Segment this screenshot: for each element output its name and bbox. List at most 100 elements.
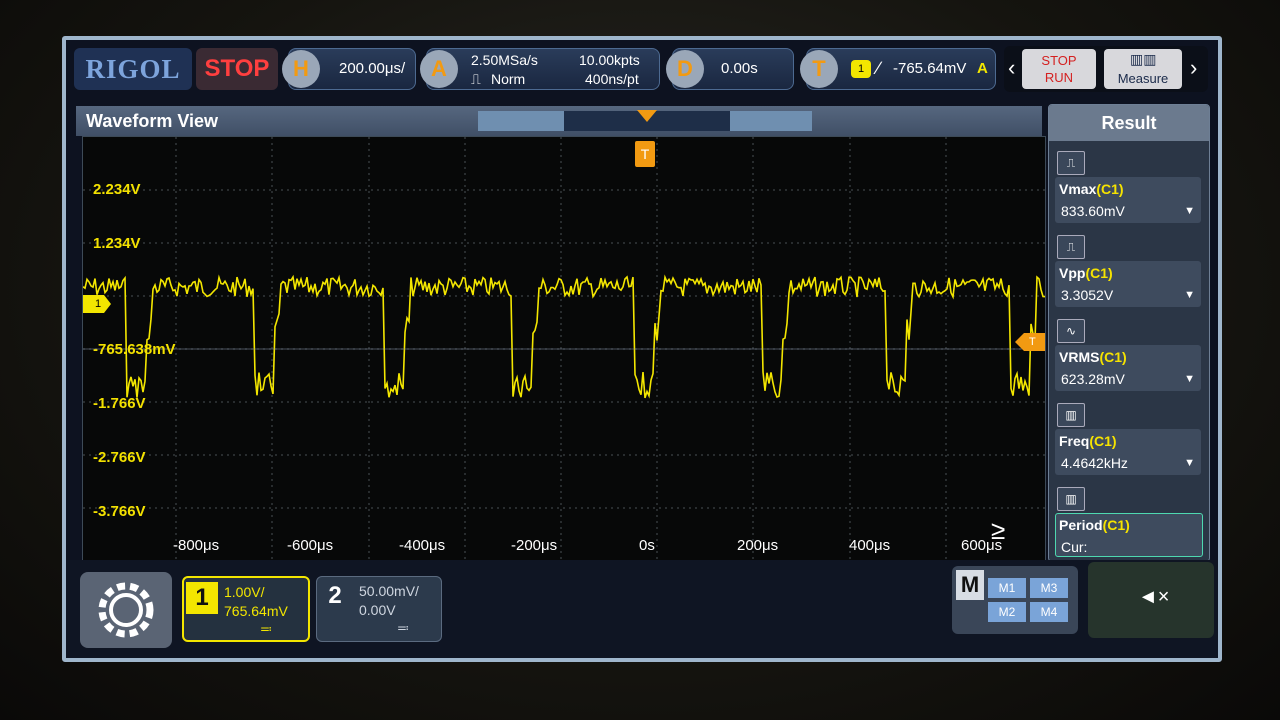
ch1-trace	[83, 274, 1045, 399]
x-label-3: -200μs	[511, 537, 558, 554]
meas-period[interactable]: ▥ Period(C1) Cur:	[1055, 487, 1203, 557]
memory-position-bar[interactable]	[478, 110, 812, 131]
waveform-canvas	[83, 137, 1045, 561]
math-label: M	[956, 570, 984, 600]
y-label-4: -2.766V	[93, 449, 146, 466]
math-m4[interactable]: M4	[1030, 602, 1068, 622]
pulse-train-icon: ▥	[1057, 403, 1085, 427]
ch2-offset: 0.00V	[359, 602, 396, 618]
timebase-value: 200.00μs/	[339, 60, 406, 77]
x-label-4: 0s	[639, 537, 655, 554]
meas-name: Freq	[1059, 433, 1090, 449]
meas-vrms[interactable]: ∿ VRMS(C1) 623.28mV ▼	[1055, 319, 1203, 391]
acquire-panel[interactable]: 2.50MSa/s ⎍ Norm 10.00kpts 400ns/pt	[426, 48, 660, 90]
meas-freq[interactable]: ▥ Freq(C1) 4.4642kHz ▼	[1055, 403, 1203, 475]
x-label-6: 400μs	[849, 537, 891, 554]
trigger-sweep: A	[977, 60, 988, 77]
horizontal-badge[interactable]: H	[282, 50, 320, 88]
rising-edge-icon: ∕	[877, 58, 881, 78]
sample-period: 400ns/pt	[585, 71, 639, 87]
math-m3[interactable]: M3	[1030, 578, 1068, 598]
waveform-view-header: Waveform View	[76, 106, 1042, 136]
acquire-mode-icon: ⎍	[471, 71, 481, 87]
dropdown-arrow-icon[interactable]: ▼	[1184, 457, 1195, 469]
y-label-5: -3.766V	[93, 503, 146, 520]
math-m2[interactable]: M2	[988, 602, 1026, 622]
acquire-mode: Norm	[491, 71, 526, 87]
ch2-number: 2	[328, 582, 342, 609]
dropdown-arrow-icon[interactable]: ▼	[1184, 289, 1195, 301]
meas-name: VRMS	[1059, 349, 1100, 365]
ch2-scale: 50.00mV/	[359, 583, 419, 599]
result-panel: Result ⎍ Vmax(C1) 833.60mV ▼ ⎍ Vpp(C1) 3…	[1048, 104, 1210, 562]
speaker-mute-icon: ◄×	[1138, 586, 1170, 608]
meas-name: Vpp	[1059, 265, 1086, 281]
sound-button[interactable]: ◄×	[1088, 562, 1214, 638]
ch1-coupling-icon: ≕	[260, 622, 272, 636]
math-panel[interactable]: M M1 M3 M2 M4	[952, 566, 1078, 634]
y-label-3: -1.766V	[93, 395, 146, 412]
memory-trigger-marker-icon	[637, 110, 657, 122]
ch2-coupling-icon: ≕	[397, 621, 409, 635]
ch1-offset: 765.64mV	[224, 603, 288, 619]
trigger-position-marker[interactable]: T	[635, 141, 655, 167]
channel-2-box[interactable]: 2 50.00mV/ 0.00V ≕	[316, 576, 442, 642]
result-title: Result	[1101, 113, 1157, 133]
run-label: RUN	[1044, 70, 1074, 85]
quick-buttons-bar: ‹ STOP RUN ▥▥ Measure ›	[1004, 46, 1208, 92]
trigger-badge[interactable]: T	[800, 50, 838, 88]
wave-icon: ∿	[1057, 319, 1085, 343]
memory-depth: 10.00kpts	[579, 52, 640, 68]
meas-name: Period	[1059, 517, 1103, 533]
sample-rate: 2.50MSa/s	[471, 52, 538, 68]
y-label-0: 2.234V	[93, 181, 141, 198]
oscilloscope-screen: RIGOL STOP 200.00μs/ H 2.50MSa/s ⎍ Norm …	[62, 36, 1222, 662]
meas-value: 833.60mV	[1061, 203, 1125, 219]
acquire-badge[interactable]: A	[420, 50, 458, 88]
meas-src: (C1)	[1102, 517, 1130, 533]
prev-arrow-icon[interactable]: ‹	[1008, 55, 1015, 81]
delay-value: 0.00s	[721, 60, 758, 77]
home-gear-button[interactable]	[80, 572, 172, 648]
x-label-0: -800μs	[173, 537, 220, 554]
result-header: Result	[1049, 105, 1209, 141]
channel-1-box[interactable]: 1 1.00V/ 765.64mV ≕	[182, 576, 310, 642]
measure-label: Measure	[1117, 71, 1169, 86]
x-label-5: 200μs	[737, 537, 779, 554]
ch1-number: 1	[186, 582, 218, 614]
stop-label: STOP	[1041, 53, 1077, 68]
meas-src: (C1)	[1096, 181, 1124, 197]
x-label-1: -600μs	[287, 537, 334, 554]
delay-badge[interactable]: D	[666, 50, 704, 88]
meas-vpp[interactable]: ⎍ Vpp(C1) 3.3052V ▼	[1055, 235, 1203, 307]
ch1-scale: 1.00V/	[224, 584, 265, 600]
stop-run-button[interactable]: STOP RUN	[1022, 49, 1096, 89]
math-m1[interactable]: M1	[988, 578, 1026, 598]
y-label-1: 1.234V	[93, 235, 141, 252]
x-label-2: -400μs	[399, 537, 446, 554]
meas-src: (C1)	[1099, 349, 1127, 365]
dropdown-arrow-icon[interactable]: ▼	[1184, 373, 1195, 385]
pulse-icon: ⎍	[1057, 151, 1085, 175]
measure-button[interactable]: ▥▥ Measure	[1104, 49, 1182, 89]
gear-icon	[98, 582, 154, 638]
meas-vmax[interactable]: ⎍ Vmax(C1) 833.60mV ▼	[1055, 151, 1203, 223]
menu-expand-icon[interactable]: ≥	[991, 515, 1005, 546]
trigger-level: -765.64mV	[893, 60, 967, 77]
waveform-view-title: Waveform View	[86, 111, 219, 131]
next-arrow-icon[interactable]: ›	[1190, 55, 1197, 81]
pulse-icon: ⎍	[1057, 235, 1085, 259]
trigger-source-badge: 1	[851, 60, 871, 78]
bottom-bar: 1 1.00V/ 765.64mV ≕ 2 50.00mV/ 0.00V ≕ M…	[66, 560, 1218, 658]
meas-value: 3.3052V	[1061, 287, 1114, 303]
dropdown-arrow-icon[interactable]: ▼	[1184, 205, 1195, 217]
rigol-logo: RIGOL	[74, 48, 192, 90]
pulse-train-icon: ▥	[1057, 487, 1085, 511]
meas-value: 623.28mV	[1061, 371, 1125, 387]
meas-name: Vmax	[1059, 181, 1097, 197]
y-label-2: -765.638mV	[93, 341, 176, 358]
waveform-grid[interactable]: T 1 T 2.234V 1.234V -765.638mV -1.766V -…	[82, 136, 1046, 562]
meas-value: Cur:	[1061, 539, 1088, 555]
measure-icon: ▥▥	[1130, 51, 1157, 67]
meas-src: (C1)	[1085, 265, 1113, 281]
